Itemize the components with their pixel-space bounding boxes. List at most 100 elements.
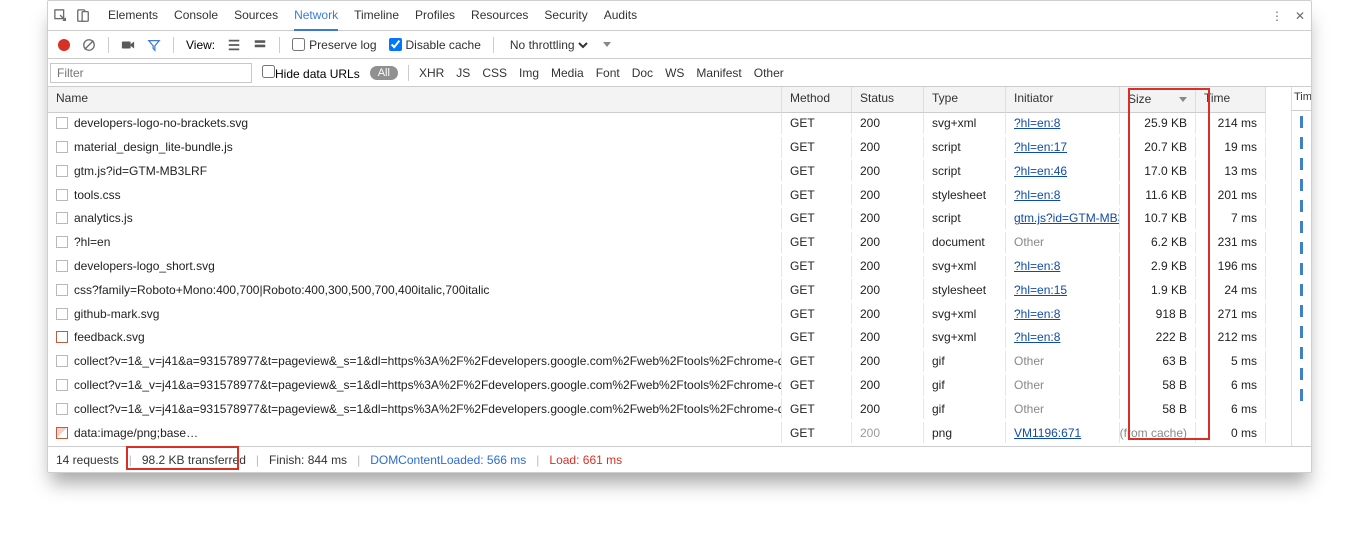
filter-type-img[interactable]: Img [519, 66, 539, 80]
preserve-log-checkbox[interactable]: Preserve log [292, 38, 376, 52]
cell-status[interactable]: 200 [852, 422, 924, 443]
cell-initiator[interactable]: VM1196:671 [1006, 422, 1120, 443]
cell-type[interactable]: svg+xml [924, 327, 1006, 348]
filter-type-media[interactable]: Media [551, 66, 584, 80]
cell-type[interactable]: gif [924, 398, 1006, 419]
cell-method[interactable]: GET [782, 113, 852, 134]
tab-resources[interactable]: Resources [471, 1, 528, 31]
col-status[interactable]: Status [852, 87, 924, 113]
cell-status[interactable]: 200 [852, 232, 924, 253]
cell-size[interactable]: 20.7 KB [1120, 137, 1196, 158]
cell-name[interactable]: collect?v=1&_v=j41&a=931578977&t=pagevie… [48, 375, 782, 396]
tab-audits[interactable]: Audits [604, 1, 637, 31]
filter-type-manifest[interactable]: Manifest [696, 66, 741, 80]
kebab-icon[interactable]: ⋮ [1271, 9, 1283, 23]
cell-name[interactable]: developers-logo-no-brackets.svg [48, 113, 782, 134]
close-icon[interactable]: ✕ [1295, 9, 1305, 23]
view-large-icon[interactable] [253, 38, 267, 52]
cell-size[interactable]: 10.7 KB [1120, 208, 1196, 229]
cell-size[interactable]: 25.9 KB [1120, 113, 1196, 134]
filter-type-doc[interactable]: Doc [632, 66, 653, 80]
cell-initiator[interactable]: ?hl=en:17 [1006, 137, 1120, 158]
cell-name[interactable]: collect?v=1&_v=j41&a=931578977&t=pagevie… [48, 398, 782, 419]
cell-type[interactable]: stylesheet [924, 184, 1006, 205]
cell-size[interactable]: 58 B [1120, 375, 1196, 396]
filter-type-css[interactable]: CSS [482, 66, 507, 80]
cell-size[interactable]: (from cache) [1120, 422, 1196, 443]
view-list-icon[interactable] [227, 38, 241, 52]
cell-name[interactable]: github-mark.svg [48, 303, 782, 324]
cell-initiator[interactable]: Other [1006, 351, 1120, 372]
cell-method[interactable]: GET [782, 208, 852, 229]
cell-size[interactable]: 918 B [1120, 303, 1196, 324]
cell-type[interactable]: svg+xml [924, 256, 1006, 277]
filter-type-other[interactable]: Other [754, 66, 784, 80]
cell-status[interactable]: 200 [852, 303, 924, 324]
hide-data-urls-checkbox[interactable]: Hide data URLs [262, 65, 360, 81]
cell-name[interactable]: gtm.js?id=GTM-MB3LRF [48, 160, 782, 181]
tab-console[interactable]: Console [174, 1, 218, 31]
cell-status[interactable]: 200 [852, 256, 924, 277]
cell-time[interactable]: 24 ms [1196, 279, 1266, 300]
tab-profiles[interactable]: Profiles [415, 1, 455, 31]
cell-size[interactable]: 63 B [1120, 351, 1196, 372]
cell-method[interactable]: GET [782, 327, 852, 348]
cell-name[interactable]: material_design_lite-bundle.js [48, 137, 782, 158]
cell-size[interactable]: 11.6 KB [1120, 184, 1196, 205]
cell-status[interactable]: 200 [852, 208, 924, 229]
tab-network[interactable]: Network [294, 1, 338, 31]
cell-size[interactable]: 58 B [1120, 398, 1196, 419]
filter-type-js[interactable]: JS [456, 66, 470, 80]
cell-name[interactable]: developers-logo_short.svg [48, 256, 782, 277]
cell-initiator[interactable]: ?hl=en:8 [1006, 113, 1120, 134]
cell-initiator[interactable]: ?hl=en:8 [1006, 256, 1120, 277]
cell-type[interactable]: script [924, 160, 1006, 181]
cell-method[interactable]: GET [782, 160, 852, 181]
cell-status[interactable]: 200 [852, 351, 924, 372]
cell-type[interactable]: svg+xml [924, 113, 1006, 134]
inspect-icon[interactable] [54, 9, 68, 23]
cell-time[interactable]: 214 ms [1196, 113, 1266, 134]
cell-method[interactable]: GET [782, 279, 852, 300]
cell-name[interactable]: ?hl=en [48, 232, 782, 253]
throttling-select[interactable]: No throttling [506, 37, 591, 53]
cell-status[interactable]: 200 [852, 113, 924, 134]
col-initiator[interactable]: Initiator [1006, 87, 1120, 113]
cell-method[interactable]: GET [782, 232, 852, 253]
cell-size[interactable]: 222 B [1120, 327, 1196, 348]
cell-time[interactable]: 271 ms [1196, 303, 1266, 324]
cell-initiator[interactable]: gtm.js?id=GTM-MB3L… [1006, 208, 1120, 229]
filter-type-ws[interactable]: WS [665, 66, 684, 80]
tab-sources[interactable]: Sources [234, 1, 278, 31]
cell-method[interactable]: GET [782, 184, 852, 205]
cell-status[interactable]: 200 [852, 398, 924, 419]
col-type[interactable]: Type [924, 87, 1006, 113]
cell-initiator[interactable]: ?hl=en:8 [1006, 303, 1120, 324]
cell-method[interactable]: GET [782, 256, 852, 277]
cell-type[interactable]: svg+xml [924, 303, 1006, 324]
col-size[interactable]: Size [1120, 87, 1196, 113]
cell-time[interactable]: 5 ms [1196, 351, 1266, 372]
cell-type[interactable]: stylesheet [924, 279, 1006, 300]
cell-method[interactable]: GET [782, 398, 852, 419]
cell-name[interactable]: css?family=Roboto+Mono:400,700|Roboto:40… [48, 279, 782, 300]
cell-status[interactable]: 200 [852, 160, 924, 181]
cell-time[interactable]: 6 ms [1196, 398, 1266, 419]
cell-size[interactable]: 1.9 KB [1120, 279, 1196, 300]
cell-status[interactable]: 200 [852, 279, 924, 300]
cell-type[interactable]: gif [924, 375, 1006, 396]
cell-initiator[interactable]: ?hl=en:46 [1006, 160, 1120, 181]
cell-method[interactable]: GET [782, 422, 852, 443]
cell-name[interactable]: data:image/png;base… [48, 422, 782, 443]
cell-type[interactable]: document [924, 232, 1006, 253]
cell-method[interactable]: GET [782, 351, 852, 372]
tab-elements[interactable]: Elements [108, 1, 158, 31]
cell-type[interactable]: script [924, 208, 1006, 229]
cell-time[interactable]: 19 ms [1196, 137, 1266, 158]
tab-timeline[interactable]: Timeline [354, 1, 399, 31]
col-method[interactable]: Method [782, 87, 852, 113]
cell-time[interactable]: 0 ms [1196, 422, 1266, 443]
cell-status[interactable]: 200 [852, 184, 924, 205]
cell-time[interactable]: 212 ms [1196, 327, 1266, 348]
cell-initiator[interactable]: ?hl=en:15 [1006, 279, 1120, 300]
